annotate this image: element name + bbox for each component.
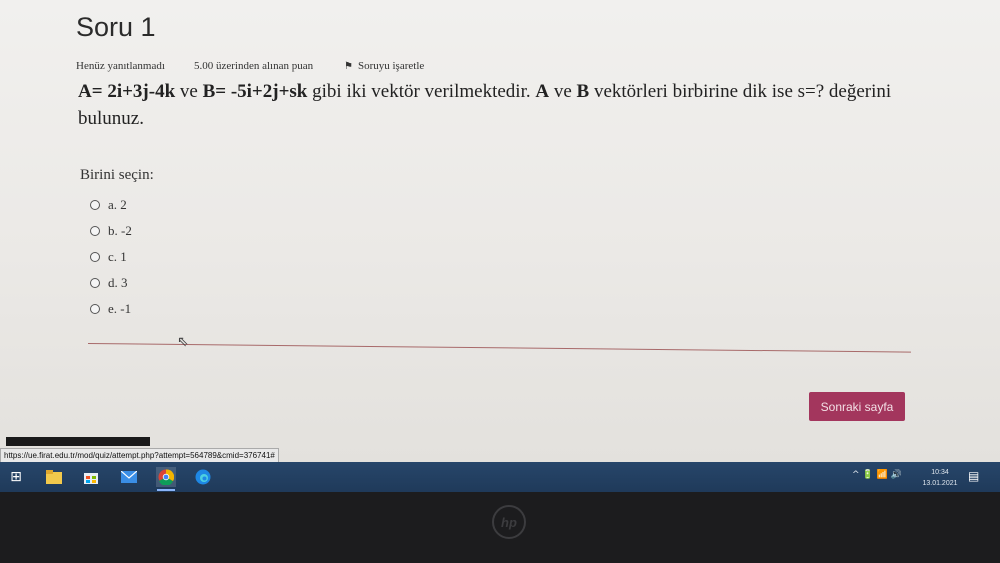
radio-button[interactable]: [90, 226, 100, 236]
question-text-part: ve: [549, 81, 577, 102]
status-url: https://ue.firat.edu.tr/mod/quiz/attempt…: [0, 448, 279, 462]
mouse-cursor-icon: ⇖: [177, 335, 189, 350]
flag-question-link[interactable]: ⚑ Soruyu işaretle: [344, 60, 424, 72]
question-text: A= 2i+3j-4k ve B= -5i+2j+sk gibi iki vek…: [78, 78, 918, 132]
question-title: Soru 1: [76, 12, 156, 42]
clock[interactable]: 10:34 13.01.2021: [918, 467, 962, 489]
store-icon[interactable]: [81, 467, 101, 487]
time: 10:34: [931, 469, 949, 476]
option-label: d. 3: [108, 275, 128, 290]
option-a[interactable]: a. 2: [90, 192, 132, 218]
divider: [87, 343, 911, 353]
flag-icon: ⚑: [344, 61, 353, 72]
chrome-icon[interactable]: [156, 467, 176, 491]
option-b[interactable]: b. -2: [90, 218, 132, 244]
windows-start-icon[interactable]: ⊞: [6, 467, 26, 487]
date: 13.01.2021: [922, 480, 958, 487]
question-text-part: ve: [175, 81, 203, 102]
question-info: Henüz yanıtlanmadı 5.00 üzerinden alınan…: [76, 60, 424, 72]
radio-button[interactable]: [90, 200, 100, 210]
vector-a: 2i+3j-4k: [102, 81, 176, 102]
points-label: 5.00 üzerinden alınan puan: [194, 60, 314, 72]
radio-button[interactable]: [90, 252, 100, 262]
option-c[interactable]: c. 1: [90, 244, 132, 270]
radio-button[interactable]: [90, 278, 100, 288]
notification-icon[interactable]: ▤: [968, 469, 979, 483]
hp-logo: hp: [492, 505, 526, 539]
next-page-button[interactable]: Sonraki sayfa: [809, 392, 905, 421]
flag-question-label: Soruyu işaretle: [357, 60, 425, 72]
option-label: a. 2: [108, 197, 127, 212]
answer-options: a. 2 b. -2 c. 1 d. 3 e. -1: [90, 192, 132, 322]
option-e[interactable]: e. -1: [90, 296, 132, 322]
obscured-strip: [6, 437, 150, 446]
option-label: b. -2: [108, 223, 132, 238]
taskbar: ⊞ ^ 🔋 📶 🔊 10:34 13.01.2021 ▤: [0, 462, 1000, 492]
edge-icon[interactable]: [193, 467, 213, 487]
system-tray[interactable]: ^ 🔋 📶 🔊: [852, 470, 902, 480]
mail-icon[interactable]: [119, 467, 139, 487]
answer-status: Henüz yanıtlanmadı: [76, 60, 165, 72]
vector-a-label: A=: [78, 81, 103, 102]
option-d[interactable]: d. 3: [90, 270, 132, 296]
vector-b-label: B=: [202, 81, 227, 102]
vector-b: -5i+2j+sk: [226, 81, 308, 102]
question-text-part: gibi iki vektör verilmektedir.: [307, 81, 536, 102]
radio-button[interactable]: [90, 304, 100, 314]
browser-page: Soru 1 Henüz yanıtlanmadı 5.00 üzerinden…: [0, 0, 1000, 462]
option-label: c. 1: [108, 249, 127, 264]
choose-label: Birini seçin:: [80, 167, 154, 183]
vector-b-ref: B: [576, 81, 590, 102]
file-explorer-icon[interactable]: [44, 467, 64, 487]
vector-a-ref: A: [535, 81, 550, 102]
option-label: e. -1: [108, 301, 132, 316]
